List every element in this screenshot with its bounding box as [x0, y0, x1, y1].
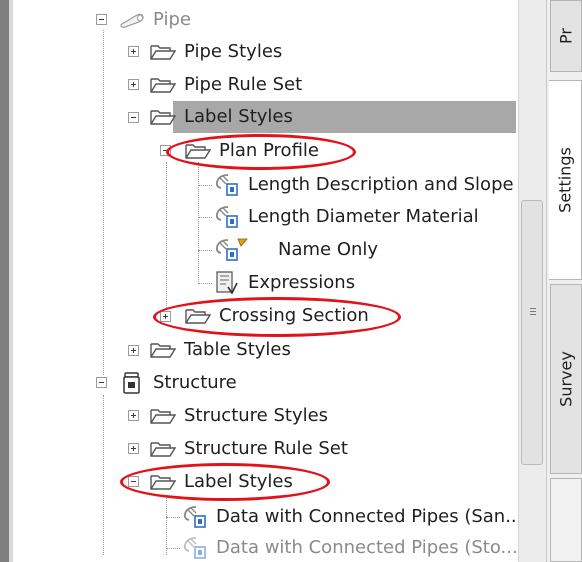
tree-item-label: Structure [153, 372, 237, 393]
collapse-toggle[interactable] [128, 112, 139, 123]
collapse-toggle[interactable] [96, 14, 107, 25]
tree-item-label: Structure Rule Set [184, 438, 348, 459]
tree-line [198, 217, 212, 218]
label-style-icon [182, 505, 208, 529]
tree-item-length-description-and-slope[interactable]: Length Description and Slope [214, 171, 514, 199]
left-gutter [0, 0, 9, 562]
tree-item-data-with-connected-pipes-sto[interactable]: Data with Connected Pipes (Sto... [182, 534, 518, 562]
tree-item-pipe-label-styles[interactable]: Label Styles [150, 103, 293, 131]
expand-toggle[interactable] [128, 46, 139, 57]
tree-item-label: Data with Connected Pipes (Sto... [216, 537, 518, 558]
tree-line [103, 30, 104, 375]
settings-tree: Pipe Pipe Styles Pipe Rule Set Label Sty… [13, 0, 518, 562]
tree-item-structure[interactable]: Structure [119, 369, 237, 397]
tree-item-label: Data with Connected Pipes (San... [216, 506, 518, 527]
tree-line [198, 185, 212, 186]
label-style-icon [214, 205, 240, 229]
tab-settings[interactable]: Settings [549, 80, 582, 280]
label-style-icon [214, 173, 240, 197]
tree-item-pipe-rule-set[interactable]: Pipe Rule Set [150, 71, 302, 99]
tree-item-label: Table Styles [184, 339, 291, 360]
tree-line [166, 495, 167, 555]
tree-item-label: Pipe Rule Set [184, 74, 303, 95]
tree-item-label: Pipe [153, 9, 191, 30]
tree-line [166, 548, 180, 549]
folder-icon [150, 407, 176, 425]
tree-item-label: Expressions [248, 272, 356, 293]
expand-toggle[interactable] [128, 443, 139, 454]
tree-item-label: Structure Styles [184, 405, 329, 426]
tree-item-structure-rule-set[interactable]: Structure Rule Set [150, 435, 348, 463]
tree-item-pipe-styles[interactable]: Pipe Styles [150, 38, 282, 66]
grip-line [530, 308, 536, 309]
folder-icon [150, 341, 176, 359]
tree-item-label: Label Styles [184, 106, 293, 127]
tree-item-structure-styles[interactable]: Structure Styles [150, 402, 328, 430]
tree-line [166, 517, 180, 518]
tree-item-table-styles[interactable]: Table Styles [150, 336, 291, 364]
tab-prospector[interactable]: Pr [550, 0, 582, 72]
tree-item-label: Length Description and Slope [248, 174, 514, 195]
highlight-ellipse-crossing-section [153, 297, 401, 337]
folder-icon [150, 43, 176, 61]
tab-label: Settings [555, 147, 575, 213]
tree-line [103, 395, 104, 555]
folder-icon [150, 76, 176, 94]
expand-toggle[interactable] [128, 410, 139, 421]
tab-survey[interactable]: Survey [550, 284, 582, 474]
tab-empty [550, 478, 582, 562]
folder-icon [150, 440, 176, 458]
expressions-icon [214, 271, 240, 295]
folder-icon [150, 108, 176, 126]
expand-toggle[interactable] [128, 345, 139, 356]
expand-toggle[interactable] [128, 79, 139, 90]
tree-item-expressions[interactable]: Expressions [214, 269, 355, 297]
highlight-ellipse-plan-profile [166, 134, 356, 170]
tree-line [166, 162, 167, 312]
tree-line [198, 250, 212, 251]
scrollbar-thumb[interactable] [521, 200, 543, 465]
tree-line [198, 162, 199, 282]
tab-label: Survey [556, 351, 576, 407]
structure-icon [119, 371, 145, 395]
tree-item-name-only[interactable]: Name Only [214, 236, 378, 264]
pipe-icon [119, 12, 145, 28]
tree-item-label: Pipe Styles [184, 41, 283, 62]
grip-line [530, 311, 536, 312]
collapse-toggle[interactable] [96, 377, 107, 388]
tree-item-label: Name Only [278, 239, 379, 260]
label-style-icon [182, 536, 208, 560]
highlight-ellipse-label-styles [120, 463, 330, 501]
tree-line [198, 283, 212, 284]
tree-item-pipe[interactable]: Pipe [119, 6, 191, 34]
tree-item-length-diameter-material[interactable]: Length Diameter Material [214, 203, 479, 231]
tree-item-label: Length Diameter Material [248, 206, 479, 227]
label-style-icon [214, 238, 248, 262]
tab-label: Pr [556, 28, 576, 44]
grip-line [530, 314, 536, 315]
tree-item-data-with-connected-pipes-san[interactable]: Data with Connected Pipes (San... [182, 503, 518, 531]
